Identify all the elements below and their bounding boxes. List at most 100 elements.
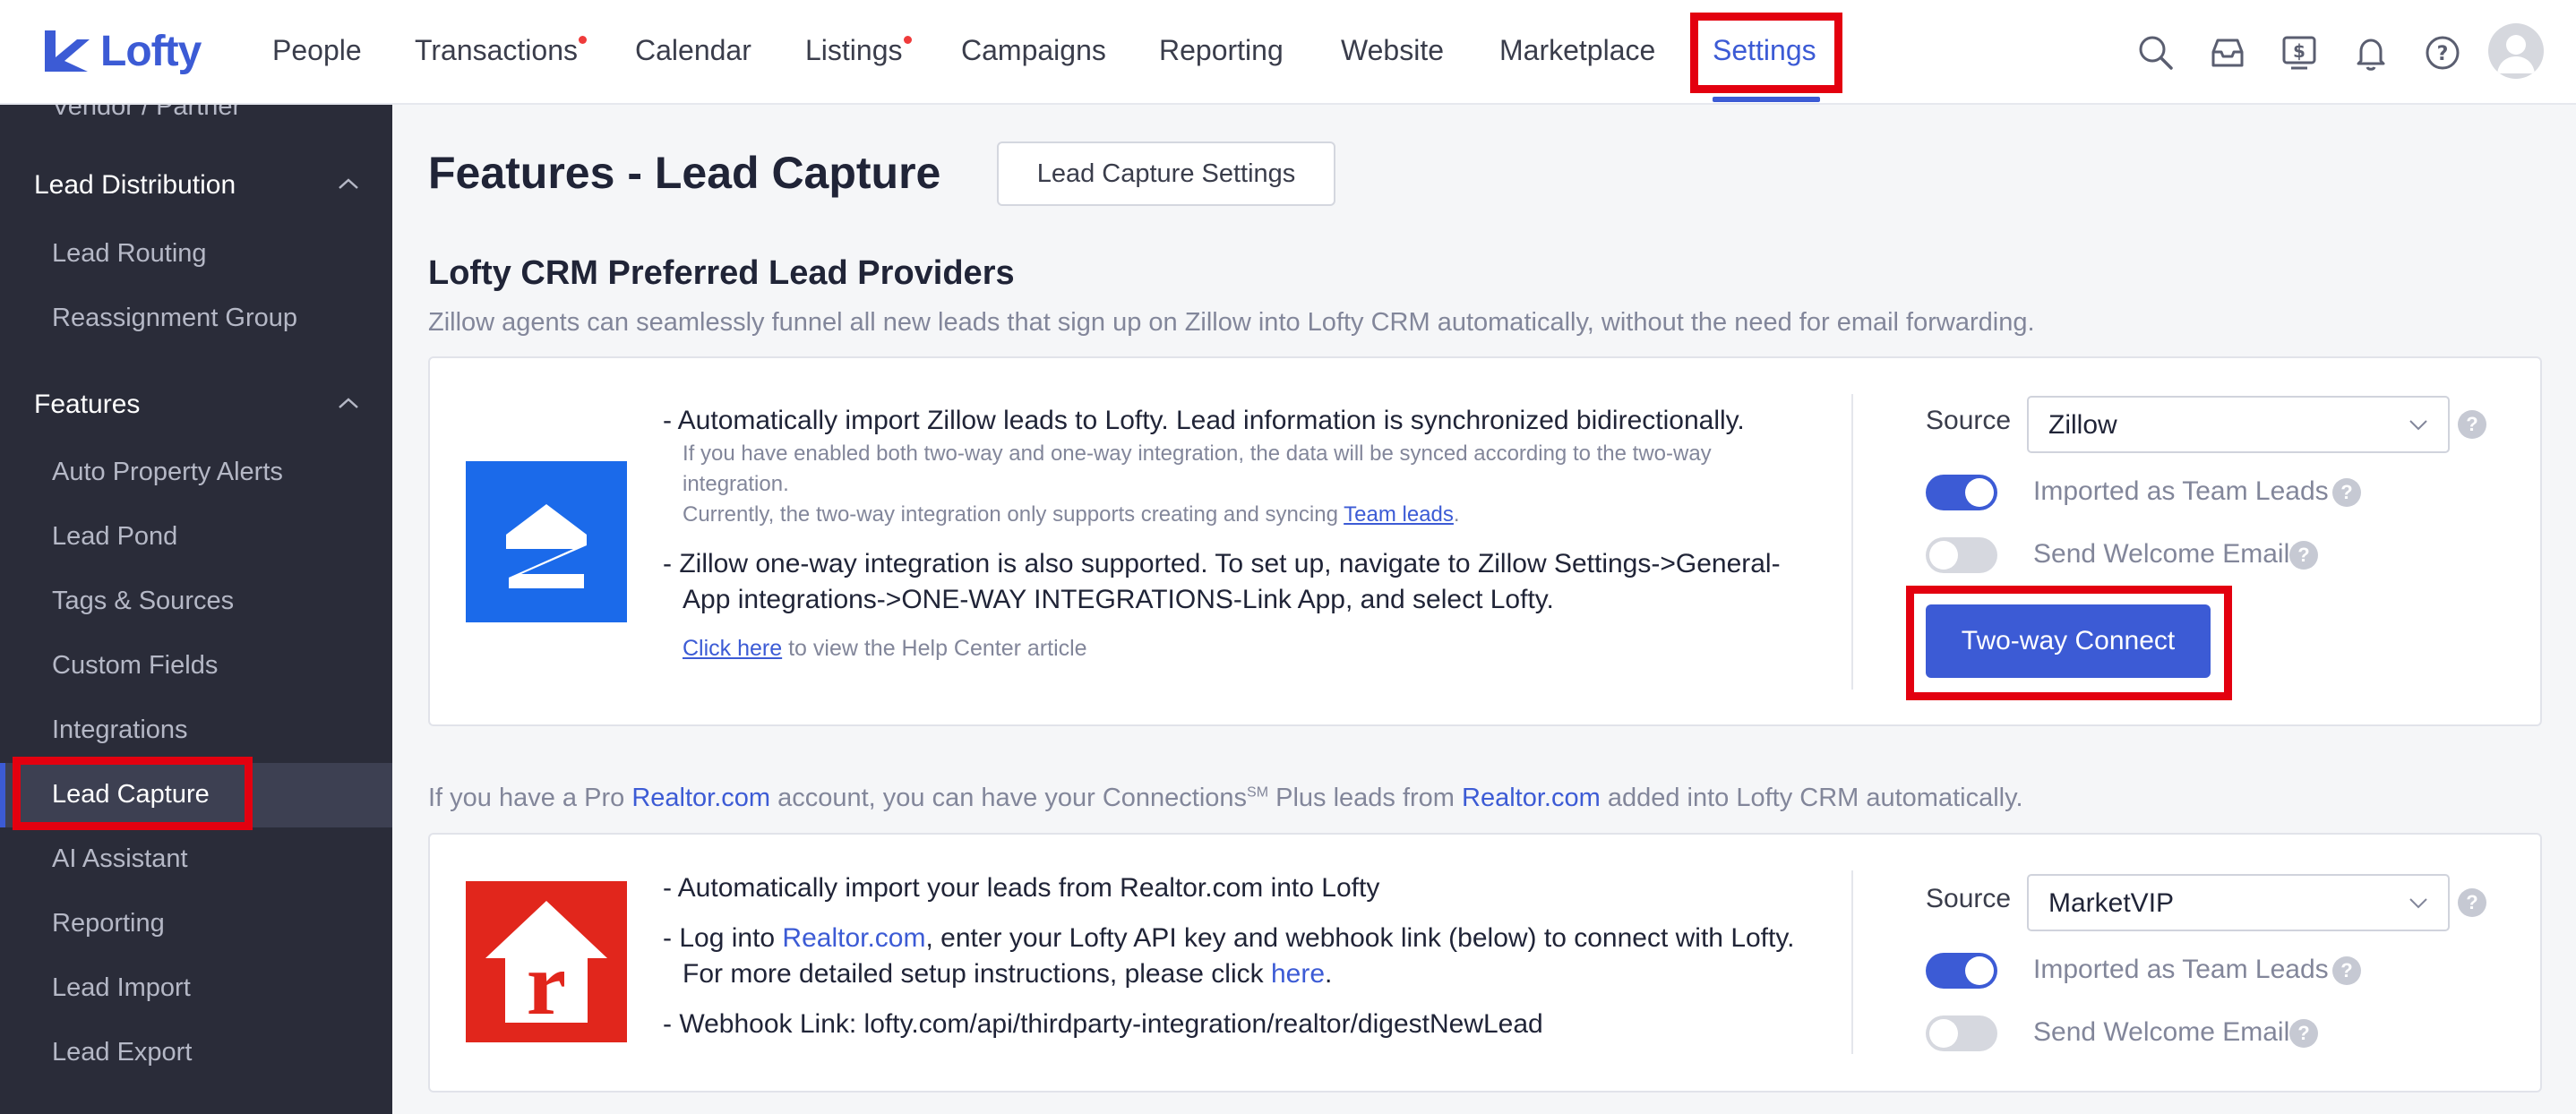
nav-marketplace[interactable]: Marketplace [1499, 34, 1655, 67]
help-icon[interactable]: ? [2458, 888, 2486, 917]
chevron-up-icon[interactable] [337, 396, 360, 410]
help-icon[interactable]: ? [2289, 1019, 2318, 1048]
help-center-text: to view the Help Center article [782, 636, 1087, 661]
realtor-bullet-2: - Log into Realtor.com, enter your Lofty… [663, 921, 1794, 956]
nav-listings[interactable]: Listings [805, 34, 912, 67]
here-link[interactable]: here [1271, 959, 1325, 989]
card-divider [1851, 870, 1853, 1054]
help-icon[interactable]: ? [2289, 541, 2318, 570]
nav-website[interactable]: Website [1341, 34, 1444, 67]
sidebar-item-custom-fields[interactable]: Custom Fields [52, 651, 218, 681]
realtor-bullet-2-text: , enter your Lofty API key and webhook l… [925, 923, 1795, 953]
page-title: Features - Lead Capture [428, 148, 941, 198]
nav-transactions[interactable]: Transactions [415, 34, 587, 67]
source-select[interactable]: Zillow [2027, 396, 2450, 453]
section-title: Lofty CRM Preferred Lead Providers [428, 254, 1015, 292]
help-icon[interactable]: ? [2332, 478, 2361, 507]
nav-listings-label: Listings [805, 34, 903, 66]
lofty-logo-icon [45, 30, 90, 72]
nav-campaigns[interactable]: Campaigns [961, 34, 1106, 67]
settings-sidebar: Vendor / Partner Lead Distribution Lead … [0, 105, 392, 1114]
zillow-note-1: If you have enabled both two-way and one… [683, 441, 1712, 466]
sidebar-item-integrations[interactable]: Integrations [52, 716, 188, 745]
realtor-icon: r [485, 901, 607, 1033]
help-icon[interactable]: ? [2422, 32, 2463, 73]
imported-team-leads-toggle[interactable] [1926, 953, 1997, 989]
sidebar-item-lead-import[interactable]: Lead Import [52, 973, 191, 1003]
svg-text:r: r [527, 934, 566, 1033]
sidebar-group-lead-distribution[interactable]: Lead Distribution [34, 170, 236, 201]
send-welcome-email-toggle[interactable] [1926, 1015, 1997, 1051]
highlight-box-lead-capture [13, 757, 253, 830]
source-select-value: MarketVIP [2048, 888, 2175, 918]
realtor-link[interactable]: Realtor.com [631, 784, 770, 812]
realtor-bullet-2b-end: . [1325, 959, 1333, 989]
bell-icon[interactable] [2350, 32, 2391, 73]
realtor-link[interactable]: Realtor.com [782, 923, 925, 953]
active-item-indicator [0, 763, 5, 827]
imported-team-leads-toggle[interactable] [1926, 475, 1997, 510]
chevron-up-icon[interactable] [337, 176, 360, 191]
toggle-knob [1965, 478, 1994, 507]
zillow-note-1b: integration. [683, 472, 789, 496]
lead-capture-settings-button[interactable]: Lead Capture Settings [997, 141, 1335, 206]
nav-people[interactable]: People [272, 34, 362, 67]
sidebar-item-ai-assistant[interactable]: AI Assistant [52, 844, 188, 874]
notification-dot [903, 36, 912, 44]
realtor-integration-card: r - Automatically import your leads from… [428, 833, 2542, 1093]
zillow-note-2-text: Currently, the two-way integration only … [683, 502, 1344, 527]
source-label: Source [1926, 406, 2012, 435]
zillow-icon [506, 504, 587, 588]
send-welcome-email-toggle[interactable] [1926, 537, 1997, 573]
realtor-bullet-1: - Automatically import your leads from R… [663, 873, 1380, 903]
avatar[interactable] [2488, 23, 2544, 79]
realtor-bullet-2b-text: For more detailed setup instructions, pl… [683, 959, 1271, 989]
card-divider [1851, 394, 1853, 690]
source-select[interactable]: MarketVIP [2027, 874, 2450, 931]
nav-calendar[interactable]: Calendar [635, 34, 751, 67]
toggle-knob [1929, 1019, 1958, 1048]
sidebar-item-reporting[interactable]: Reporting [52, 909, 165, 938]
nav-reporting[interactable]: Reporting [1159, 34, 1284, 67]
click-here-link[interactable]: Click here [683, 636, 782, 661]
sidebar-item-vendor-partner[interactable]: Vendor / Partner [52, 105, 241, 122]
active-nav-indicator [1713, 97, 1820, 102]
section-description: Zillow agents can seamlessly funnel all … [428, 308, 2035, 337]
sidebar-item-lead-pond[interactable]: Lead Pond [52, 522, 177, 552]
imported-team-leads-label: Imported as Team Leads [2033, 955, 2329, 984]
sidebar-item-auto-property-alerts[interactable]: Auto Property Alerts [52, 458, 283, 487]
toggle-knob [1965, 956, 1994, 985]
source-select-value: Zillow [2048, 410, 2117, 440]
zillow-note-2-end: . [1453, 502, 1460, 527]
zillow-logo [466, 461, 627, 622]
sidebar-group-features[interactable]: Features [34, 390, 140, 420]
realtor-desc-text: Plus leads from [1268, 784, 1463, 812]
realtor-bullet-2b: For more detailed setup instructions, pl… [683, 956, 1332, 992]
sidebar-item-lead-export[interactable]: Lead Export [52, 1038, 192, 1067]
chevron-down-icon [2409, 420, 2427, 431]
toggle-knob [1929, 541, 1958, 570]
realtor-bullet-3: - Webhook Link: lofty.com/api/thirdparty… [663, 1009, 1543, 1039]
help-center-line: Click here to view the Help Center artic… [683, 636, 1087, 662]
help-icon[interactable]: ? [2332, 956, 2361, 985]
billing-icon[interactable]: $ [2279, 32, 2320, 73]
search-icon[interactable] [2135, 32, 2177, 73]
lofty-logo[interactable]: Lofty [41, 27, 202, 75]
realtor-description: If you have a Pro Realtor.com account, y… [428, 784, 2023, 813]
send-welcome-email-label: Send Welcome Email [2033, 539, 2290, 569]
inbox-icon[interactable] [2207, 32, 2248, 73]
sidebar-item-tags-sources[interactable]: Tags & Sources [52, 587, 234, 616]
top-navigation: Lofty People Transactions Calendar Listi… [0, 0, 2576, 105]
realtor-link[interactable]: Realtor.com [1462, 784, 1601, 812]
zillow-note-2: Currently, the two-way integration only … [683, 500, 1460, 530]
help-icon[interactable]: ? [2458, 410, 2486, 439]
sidebar-item-lead-routing[interactable]: Lead Routing [52, 239, 207, 269]
zillow-bullet-1: - Automatically import Zillow leads to L… [663, 406, 1745, 435]
highlight-box-settings [1690, 13, 1842, 93]
notification-dot [579, 36, 587, 44]
svg-text:?: ? [2437, 43, 2449, 65]
imported-team-leads-label: Imported as Team Leads [2033, 476, 2329, 506]
service-mark: SM [1247, 784, 1269, 801]
sidebar-item-reassignment-group[interactable]: Reassignment Group [52, 304, 297, 333]
team-leads-link[interactable]: Team leads [1344, 502, 1454, 527]
